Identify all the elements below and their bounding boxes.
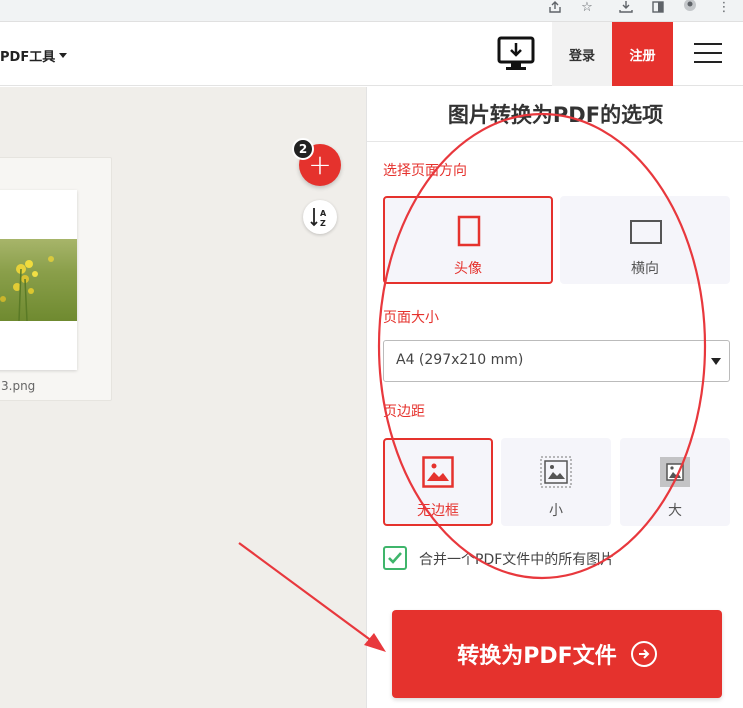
orientation-portrait-option[interactable]: 头像 bbox=[383, 196, 553, 284]
page-size-select[interactable]: A4 (297x210 mm) bbox=[383, 340, 730, 382]
merge-label: 合并一个PDF文件中的所有图片 bbox=[419, 552, 615, 568]
margin-small-label: 小 bbox=[549, 503, 563, 519]
file-workspace: 3.png + 2 A Z bbox=[0, 87, 366, 708]
svg-text:A: A bbox=[320, 209, 327, 218]
arrow-right-circle-icon bbox=[630, 641, 657, 667]
convert-label: 转换为PDF文件 bbox=[457, 644, 617, 669]
more-options-icon[interactable]: ⋮ bbox=[716, 0, 732, 14]
margin-label: 页边距 bbox=[383, 404, 425, 420]
caret-down-icon bbox=[59, 53, 68, 58]
image-small-margin-icon bbox=[540, 456, 572, 488]
profile-avatar-icon[interactable] bbox=[680, 0, 700, 14]
checkmark-icon bbox=[388, 552, 402, 564]
orientation-label: 选择页面方向 bbox=[383, 163, 467, 179]
margin-none-option[interactable]: 无边框 bbox=[383, 438, 493, 526]
merge-checkbox[interactable] bbox=[383, 546, 407, 570]
orientation-landscape-label: 横向 bbox=[631, 261, 659, 277]
image-large-margin-icon bbox=[660, 457, 690, 487]
sort-az-icon[interactable]: A Z bbox=[303, 200, 337, 234]
app-header: PDF工具 登录 注册 bbox=[0, 22, 743, 86]
svg-text:Z: Z bbox=[320, 219, 326, 228]
share-icon[interactable] bbox=[547, 0, 563, 14]
register-button[interactable]: 注册 bbox=[612, 22, 673, 86]
page-size-value: A4 (297x210 mm) bbox=[396, 352, 524, 368]
file-count-badge: 2 bbox=[292, 138, 314, 160]
page-size-label: 页面大小 bbox=[383, 310, 439, 326]
panel-title: 图片转换为PDF的选项 bbox=[447, 103, 664, 127]
margin-small-option[interactable]: 小 bbox=[501, 438, 611, 526]
pdf-tools-menu[interactable]: PDF工具 bbox=[0, 46, 68, 65]
portrait-page-icon bbox=[457, 215, 481, 247]
flower-image bbox=[0, 239, 77, 322]
pdf-tools-label: PDF工具 bbox=[0, 50, 56, 65]
download-icon[interactable] bbox=[618, 0, 634, 14]
landscape-page-icon bbox=[630, 220, 662, 244]
bookmark-star-icon[interactable]: ☆ bbox=[579, 0, 595, 14]
orientation-landscape-option[interactable]: 横向 bbox=[560, 196, 730, 284]
margin-large-label: 大 bbox=[668, 503, 682, 519]
convert-to-pdf-button[interactable]: 转换为PDF文件 bbox=[392, 610, 722, 698]
desktop-download-icon[interactable] bbox=[497, 36, 535, 72]
side-panel-icon[interactable] bbox=[650, 0, 666, 14]
image-no-margin-icon bbox=[422, 456, 454, 488]
select-caret-icon bbox=[711, 358, 721, 365]
margin-large-option[interactable]: 大 bbox=[620, 438, 730, 526]
options-panel: 图片转换为PDF的选项 选择页面方向 头像 横向 页面大小 A4 (297x21… bbox=[366, 87, 743, 708]
file-card[interactable]: 3.png bbox=[0, 157, 112, 401]
hamburger-menu-icon[interactable] bbox=[694, 43, 722, 65]
orientation-portrait-label: 头像 bbox=[454, 261, 482, 277]
margin-none-label: 无边框 bbox=[417, 503, 459, 519]
file-thumbnail bbox=[0, 190, 77, 370]
panel-divider bbox=[367, 141, 743, 142]
file-name: 3.png bbox=[1, 379, 36, 393]
browser-toolbar: ☆ ⋮ bbox=[0, 0, 743, 22]
login-button[interactable]: 登录 bbox=[552, 22, 612, 86]
